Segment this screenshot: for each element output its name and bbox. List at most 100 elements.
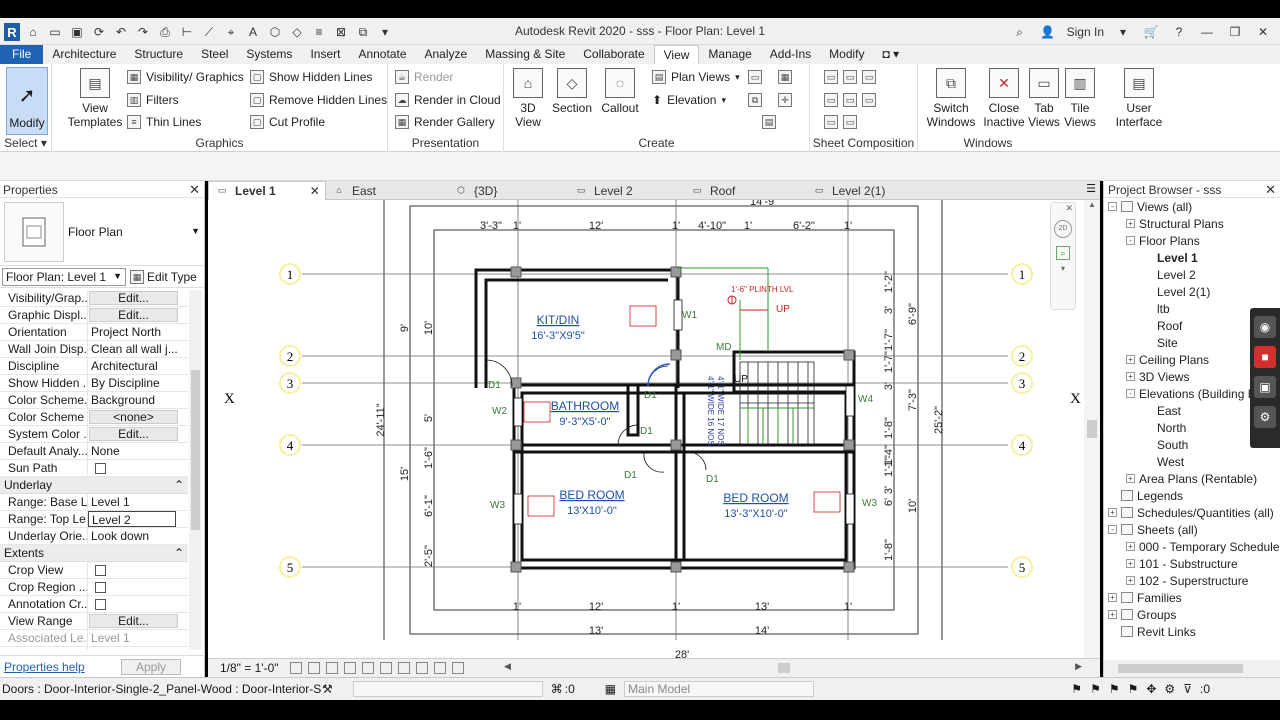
view-tab-level-2-1-[interactable]: ▭ Level 2(1)	[806, 181, 916, 200]
property-row[interactable]: Default Analy... None	[0, 443, 188, 460]
room-name[interactable]: BED ROOM	[723, 491, 788, 505]
user-interface-button[interactable]: ▤ User Interface	[1114, 68, 1164, 129]
expand-icon[interactable]: +	[1108, 610, 1117, 619]
close-inactive-button[interactable]: ✕ Close Inactive	[982, 68, 1026, 129]
property-value[interactable]	[88, 579, 188, 595]
select-pinned-icon[interactable]: ⚑	[1109, 682, 1120, 696]
type-selector[interactable]: Floor Plan ▼	[0, 198, 204, 266]
dimension-text[interactable]: 1'-6"	[423, 447, 435, 469]
visibility-graphics-button[interactable]: ▦ Visibility/ Graphics	[127, 70, 244, 84]
temp-hide-icon[interactable]	[415, 662, 428, 674]
browser-horizontal-scrollbar[interactable]	[1104, 660, 1280, 677]
collapse-icon[interactable]: -	[1108, 525, 1117, 534]
browser-item[interactable]: West	[1104, 453, 1280, 470]
scope-box-button[interactable]: ✛	[778, 93, 792, 107]
dimension-text[interactable]: 6'-1"	[423, 495, 435, 517]
text-icon[interactable]: A	[244, 23, 262, 41]
restore-icon[interactable]: ❐	[1226, 23, 1244, 41]
expand-icon[interactable]: +	[1126, 355, 1135, 364]
print-icon[interactable]: ⎙	[156, 23, 174, 41]
dimension-text[interactable]: 1'-8"	[883, 539, 895, 561]
collapse-icon[interactable]: ⌃	[174, 478, 184, 492]
property-row[interactable]: Discipline Architectural	[0, 358, 188, 375]
property-row[interactable]: Underlay Orie... Look down	[0, 528, 188, 545]
expand-icon[interactable]: +	[1126, 542, 1135, 551]
close-hidden-icon[interactable]: ⊠	[332, 23, 350, 41]
filter-icon[interactable]: ⊽	[1183, 682, 1192, 696]
dimension-text[interactable]: 25'-2"	[933, 406, 945, 434]
expand-icon[interactable]: +	[1126, 576, 1135, 585]
browser-item[interactable]: + Families	[1104, 589, 1280, 606]
callout-button[interactable]: ◌ Callout	[598, 68, 642, 115]
browser-item[interactable]: +102 - Superstructure	[1104, 572, 1280, 589]
elevation-marker-right[interactable]: X	[1070, 391, 1081, 407]
sign-in-link[interactable]: Sign In	[1067, 25, 1104, 39]
browser-item[interactable]: Legends	[1104, 487, 1280, 504]
open-icon[interactable]: ▭	[46, 23, 64, 41]
element-tag[interactable]: D1	[488, 380, 501, 391]
dimension-text[interactable]: 6'-9"	[907, 303, 919, 325]
render-button[interactable]: ☕ Render	[395, 70, 453, 84]
drawing-area[interactable]: 1 1 2 2 3 3 4 4 5 5 KIT/DIN 16'-3"X9'5" BATHROOM 9'-…	[208, 200, 1100, 658]
element-tag[interactable]: D1	[624, 470, 637, 481]
dimension-text[interactable]: 3'	[883, 486, 895, 494]
graphics-panel-title[interactable]: Graphics	[52, 136, 387, 150]
close-window-icon[interactable]: ✕	[1254, 23, 1272, 41]
browser-item[interactable]: Revit Links	[1104, 623, 1280, 640]
drafting-view-button[interactable]: ▭	[748, 70, 762, 84]
3d-view-button[interactable]: ⌂ 3D View	[510, 68, 546, 129]
editing-requests-icon[interactable]: ⌘	[551, 682, 563, 696]
detail-level-icon[interactable]	[289, 662, 302, 674]
view-tab-level-1[interactable]: ▭ Level 1 ✕	[208, 181, 326, 200]
element-tag[interactable]: W3	[490, 500, 505, 511]
home-icon[interactable]: ⌂	[24, 23, 42, 41]
element-tag[interactable]: D1	[644, 390, 657, 401]
ribbon-tab-steel[interactable]: Steel	[192, 45, 237, 64]
worksets-icon[interactable]: ⚒	[322, 682, 333, 696]
scrollbar-thumb[interactable]	[191, 370, 200, 530]
element-tag[interactable]: W4	[858, 394, 873, 405]
view-tab-level-2[interactable]: ▭ Level 2	[568, 181, 678, 200]
browser-item[interactable]: Level 2(1)	[1104, 283, 1280, 300]
scrollbar-thumb[interactable]	[778, 663, 790, 673]
select-underlay-icon[interactable]: ⚑	[1090, 682, 1101, 696]
section-button[interactable]: ◇ Section	[550, 68, 594, 115]
dimension-text[interactable]: 10'	[907, 499, 919, 513]
browser-item[interactable]: - Floor Plans	[1104, 232, 1280, 249]
lock-3d-icon[interactable]	[397, 662, 410, 674]
section-icon[interactable]: ◇	[288, 23, 306, 41]
ribbon-tab-add-ins[interactable]: Add-Ins	[761, 45, 820, 64]
property-row[interactable]: Range: Top Le... Level 2	[0, 511, 188, 528]
view-tab-east[interactable]: ⌂ East	[326, 181, 436, 200]
dimension-text[interactable]: 6'-2"	[793, 220, 815, 232]
property-row[interactable]: Wall Join Disp... Clean all wall j...	[0, 341, 188, 358]
browser-item[interactable]: - Views (all)	[1104, 198, 1280, 215]
view-tab-roof[interactable]: ▭ Roof	[684, 181, 794, 200]
record-icon[interactable]: ■	[1254, 346, 1276, 368]
visual-style-icon[interactable]	[307, 662, 320, 674]
gear-icon[interactable]: ⚙	[1254, 406, 1276, 428]
ribbon-tab-architecture[interactable]: Architecture	[43, 45, 125, 64]
collapse-icon[interactable]: -	[1126, 389, 1135, 398]
reveal-hidden-icon[interactable]	[433, 662, 446, 674]
browser-item[interactable]: + Structural Plans	[1104, 215, 1280, 232]
ribbon-tab-analyze[interactable]: Analyze	[416, 45, 477, 64]
checkbox[interactable]	[95, 599, 106, 610]
ribbon-tab-massing-site[interactable]: Massing & Site	[476, 45, 574, 64]
ribbon-tab-view[interactable]: View	[653, 45, 700, 64]
properties-help-link[interactable]: Properties help	[4, 660, 85, 674]
plan-views-dropdown[interactable]: ▤ Plan Views ▾	[652, 70, 740, 84]
dimension-text[interactable]: 1'-8"	[883, 417, 895, 439]
property-row[interactable]: Color Scheme <none>	[0, 409, 188, 426]
property-value[interactable]	[88, 596, 188, 612]
select-dropdown[interactable]: Select ▾	[0, 136, 51, 150]
dimension-text[interactable]: 15'	[399, 467, 411, 481]
sheet-button[interactable]: ▭ ▭ ▭	[824, 70, 876, 84]
zoom-icon[interactable]: ⌕	[1056, 246, 1070, 260]
schedules-dropdown[interactable]: ▦	[778, 70, 792, 84]
dimension-text[interactable]: 1'-7"	[883, 351, 895, 373]
room-name[interactable]: BED ROOM	[559, 488, 624, 502]
duplicate-view-button[interactable]: ⧉	[748, 93, 762, 107]
close-icon[interactable]: ✕	[1265, 182, 1276, 198]
dimension-text[interactable]: 24'-11"	[375, 403, 387, 436]
